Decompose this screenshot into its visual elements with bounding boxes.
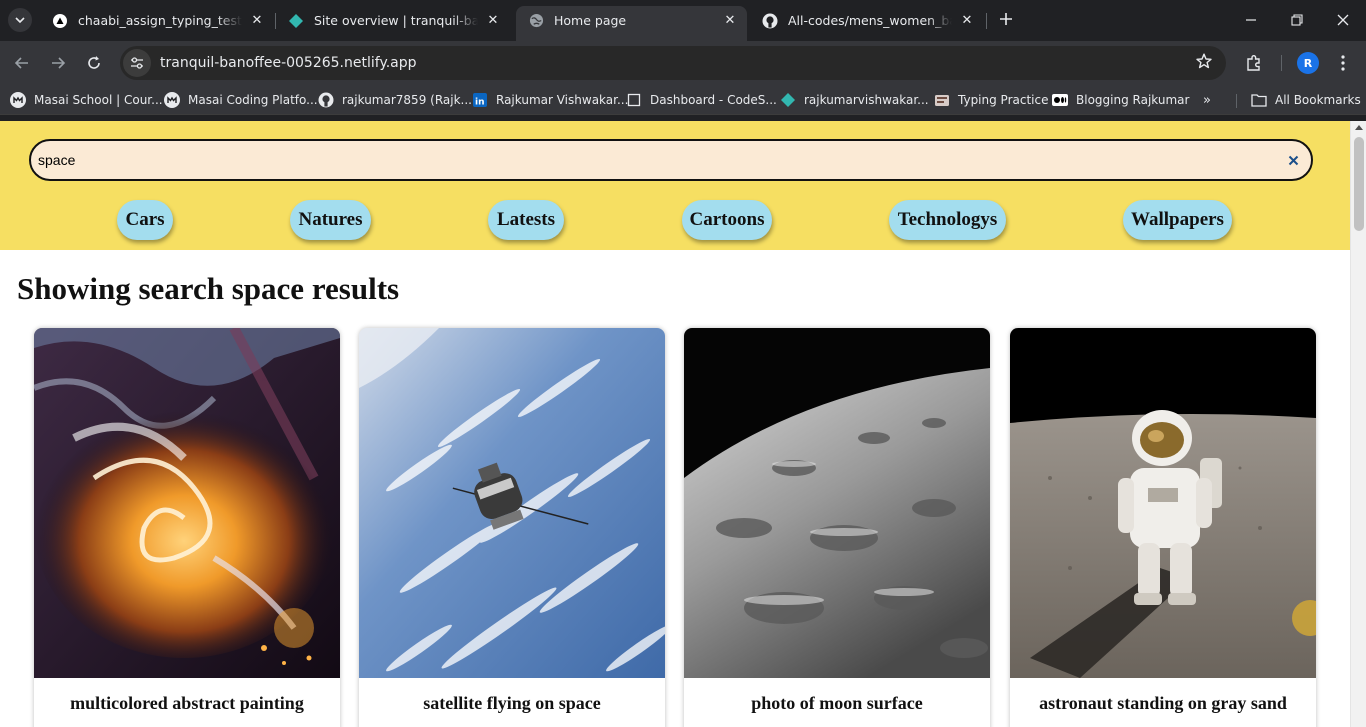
- result-card[interactable]: satellite flying on space: [359, 328, 665, 727]
- result-caption: photo of moon surface: [751, 692, 923, 713]
- tab-close-icon[interactable]: ✕: [958, 12, 976, 30]
- extensions-puzzle-icon[interactable]: [1242, 51, 1266, 75]
- browser-toolbar: tranquil-banoffee-005265.netlify.app R: [0, 41, 1366, 85]
- abstract-painting-image[interactable]: [34, 328, 340, 678]
- profile-avatar[interactable]: R: [1297, 52, 1319, 74]
- bookmark-masai-coding[interactable]: Masai Coding Platfo...: [164, 90, 318, 110]
- toolbar-divider: [1281, 55, 1282, 71]
- tab-strip: chaabi_assign_typing_test_react ✕ Site o…: [0, 0, 1366, 41]
- results-heading: Showing search space results: [17, 271, 400, 306]
- tab-typing-test[interactable]: chaabi_assign_typing_test_react ✕: [40, 6, 274, 35]
- diamond-icon: [780, 92, 796, 108]
- tab-github-all-codes[interactable]: All-codes/mens_women_bar at ✕: [750, 6, 984, 35]
- bookmarks-bar: Masai School | Cour... Masai Coding Plat…: [0, 85, 1366, 115]
- tab-close-icon[interactable]: ✕: [248, 12, 266, 30]
- globe-icon: [528, 13, 544, 29]
- bookmark-label: Dashboard - CodeS...: [650, 93, 777, 107]
- bookmark-github-profile[interactable]: rajkumar7859 (Rajk...: [318, 90, 472, 110]
- bookmark-star-icon[interactable]: [1196, 53, 1212, 74]
- tab-close-icon[interactable]: ✕: [484, 12, 502, 30]
- category-technologys-button[interactable]: Technologys: [889, 200, 1006, 240]
- satellite-image[interactable]: [359, 328, 665, 678]
- tab-title: All-codes/mens_women_bar at: [788, 13, 952, 28]
- svg-text:in: in: [475, 98, 485, 108]
- search-bar: [29, 139, 1313, 181]
- netlify-icon: [288, 13, 304, 29]
- bookmark-label: rajkumar7859 (Rajk...: [342, 93, 472, 107]
- all-bookmarks-label: All Bookmarks: [1275, 93, 1361, 107]
- astronaut-image[interactable]: [1010, 328, 1316, 678]
- tab-home-page[interactable]: Home page ✕: [516, 6, 747, 41]
- tab-title: Home page: [554, 13, 627, 28]
- category-natures-button[interactable]: Natures: [290, 200, 371, 240]
- result-caption: satellite flying on space: [423, 692, 601, 713]
- clear-search-icon[interactable]: [1285, 152, 1301, 168]
- tab-search-chevron-icon[interactable]: [8, 8, 32, 32]
- address-bar[interactable]: tranquil-banoffee-005265.netlify.app: [120, 46, 1226, 80]
- folder-icon: [1251, 92, 1267, 108]
- tab-separator: [986, 13, 987, 29]
- site-header: Cars Natures Latests Cartoons Technology…: [0, 121, 1350, 250]
- back-arrow-icon[interactable]: [10, 51, 34, 75]
- close-window-icon[interactable]: [1331, 8, 1355, 32]
- typing-icon: [934, 92, 950, 108]
- masai-icon: [164, 92, 180, 108]
- menu-kebab-icon[interactable]: [1331, 51, 1355, 75]
- bookmark-label: Typing Practice: [958, 93, 1049, 107]
- bookmark-label: rajkumarvishwakar...: [804, 93, 929, 107]
- vercel-icon: [52, 13, 68, 29]
- moon-surface-image[interactable]: [684, 328, 990, 678]
- all-bookmarks-button[interactable]: All Bookmarks: [1251, 90, 1361, 110]
- page-viewport: Cars Natures Latests Cartoons Technology…: [0, 121, 1366, 727]
- result-caption: astronaut standing on gray sand: [1039, 692, 1287, 713]
- page-scrollbar[interactable]: [1350, 121, 1366, 727]
- scroll-up-arrow-icon[interactable]: [1355, 125, 1363, 130]
- page-icon: [626, 92, 642, 108]
- category-wallpapers-button[interactable]: Wallpapers: [1123, 200, 1232, 240]
- medium-icon: [1052, 92, 1068, 108]
- tab-netlify-overview[interactable]: Site overview | tranquil-banoffee ✕: [276, 6, 510, 35]
- bookmark-label: Masai School | Cour...: [34, 93, 163, 107]
- result-card[interactable]: multicolored abstract painting: [34, 328, 340, 727]
- category-latests-button[interactable]: Latests: [488, 200, 564, 240]
- bookmarks-divider: [1236, 94, 1237, 108]
- site-info-tune-icon[interactable]: [123, 49, 151, 77]
- bookmark-netlify[interactable]: rajkumarvishwakar...: [780, 90, 929, 110]
- result-caption: multicolored abstract painting: [70, 692, 304, 713]
- result-card[interactable]: photo of moon surface: [684, 328, 990, 727]
- minimize-icon[interactable]: [1239, 8, 1263, 32]
- github-icon: [318, 92, 334, 108]
- bookmark-typing-practice[interactable]: Typing Practice: [934, 90, 1048, 110]
- reload-icon[interactable]: [82, 51, 106, 75]
- result-card[interactable]: astronaut standing on gray sand: [1010, 328, 1316, 727]
- restore-icon[interactable]: [1285, 8, 1309, 32]
- bookmark-blogging[interactable]: Blogging Rajkumar: [1052, 90, 1189, 110]
- masai-icon: [10, 92, 26, 108]
- scroll-thumb[interactable]: [1354, 137, 1364, 231]
- tab-title: chaabi_assign_typing_test_react: [78, 13, 242, 28]
- forward-arrow-icon[interactable]: [46, 51, 70, 75]
- bookmark-linkedin[interactable]: in Rajkumar Vishwakar...: [472, 90, 628, 110]
- tab-close-icon[interactable]: ✕: [721, 12, 739, 30]
- category-cars-button[interactable]: Cars: [117, 200, 173, 240]
- linkedin-icon: in: [472, 92, 488, 108]
- bookmark-codesignal[interactable]: Dashboard - CodeS...: [626, 90, 777, 110]
- search-input[interactable]: [38, 150, 1268, 170]
- bookmark-label: Blogging Rajkumar: [1076, 93, 1190, 107]
- bookmark-masai-school[interactable]: Masai School | Cour...: [10, 90, 163, 110]
- bookmark-label: Masai Coding Platfo...: [188, 93, 318, 107]
- tab-title: Site overview | tranquil-banoffee: [314, 13, 478, 28]
- bookmarks-overflow-button[interactable]: »: [1203, 93, 1211, 108]
- url-text: tranquil-banoffee-005265.netlify.app: [160, 55, 417, 71]
- github-icon: [762, 13, 778, 29]
- new-tab-plus-icon[interactable]: [995, 9, 1017, 31]
- category-cartoons-button[interactable]: Cartoons: [682, 200, 772, 240]
- bookmark-label: Rajkumar Vishwakar...: [496, 93, 629, 107]
